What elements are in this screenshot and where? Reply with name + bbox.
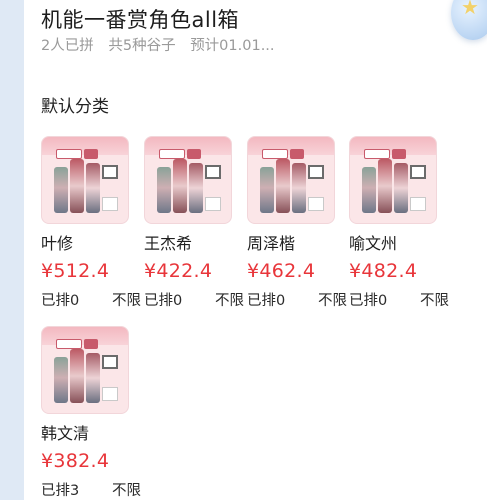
product-card[interactable]: 喻文州 ¥482.4 已排0 不限 (349, 136, 449, 310)
product-panel: ★ 机能一番赏角色all箱 2人已拼 共5种谷子 预计01.01... 默认分类… (24, 0, 487, 500)
product-image[interactable] (247, 136, 335, 224)
product-name: 王杰希 (144, 234, 193, 253)
product-name: 周泽楷 (247, 234, 296, 253)
product-card[interactable]: 韩文清 ¥382.4 已排3 不限 (41, 326, 141, 500)
queued-count: 已排0 (41, 293, 80, 309)
product-name: 叶修 (41, 234, 74, 253)
product-stats: 已排0 不限 (144, 289, 244, 310)
product-name: 韩文清 (41, 424, 90, 443)
queued-count: 已排0 (247, 293, 286, 309)
product-price: ¥382.4 (41, 450, 110, 472)
limit-text: 不限 (112, 293, 141, 309)
product-price: ¥482.4 (349, 260, 418, 282)
meta-row: 2人已拼 共5种谷子 预计01.01... (41, 34, 285, 55)
product-card[interactable]: 叶修 ¥512.4 已排0 不限 (41, 136, 141, 310)
joined-count: 2人已拼 (41, 38, 94, 54)
star-icon: ★ (461, 0, 479, 19)
limit-text: 不限 (318, 293, 347, 309)
product-name: 喻文州 (349, 234, 398, 253)
product-stats: 已排3 不限 (41, 479, 141, 500)
variety-count: 共5种谷子 (108, 38, 176, 54)
product-image[interactable] (144, 136, 232, 224)
limit-text: 不限 (215, 293, 244, 309)
section-title: 默认分类 (41, 97, 109, 117)
product-card[interactable]: 周泽楷 ¥462.4 已排0 不限 (247, 136, 347, 310)
product-stats: 已排0 不限 (247, 289, 347, 310)
product-price: ¥462.4 (247, 260, 316, 282)
product-price: ¥512.4 (41, 260, 110, 282)
estimate-date: 预计01.01... (190, 38, 275, 54)
limit-text: 不限 (420, 293, 449, 309)
product-image[interactable] (41, 326, 129, 414)
product-card[interactable]: 王杰希 ¥422.4 已排0 不限 (144, 136, 244, 310)
queued-count: 已排0 (144, 293, 183, 309)
product-price: ¥422.4 (144, 260, 213, 282)
queued-count: 已排3 (41, 483, 80, 499)
product-image[interactable] (41, 136, 129, 224)
product-stats: 已排0 不限 (349, 289, 449, 310)
product-stats: 已排0 不限 (41, 289, 141, 310)
page-title: 机能一番赏角色all箱 (41, 8, 240, 32)
queued-count: 已排0 (349, 293, 388, 309)
limit-text: 不限 (112, 483, 141, 499)
product-image[interactable] (349, 136, 437, 224)
